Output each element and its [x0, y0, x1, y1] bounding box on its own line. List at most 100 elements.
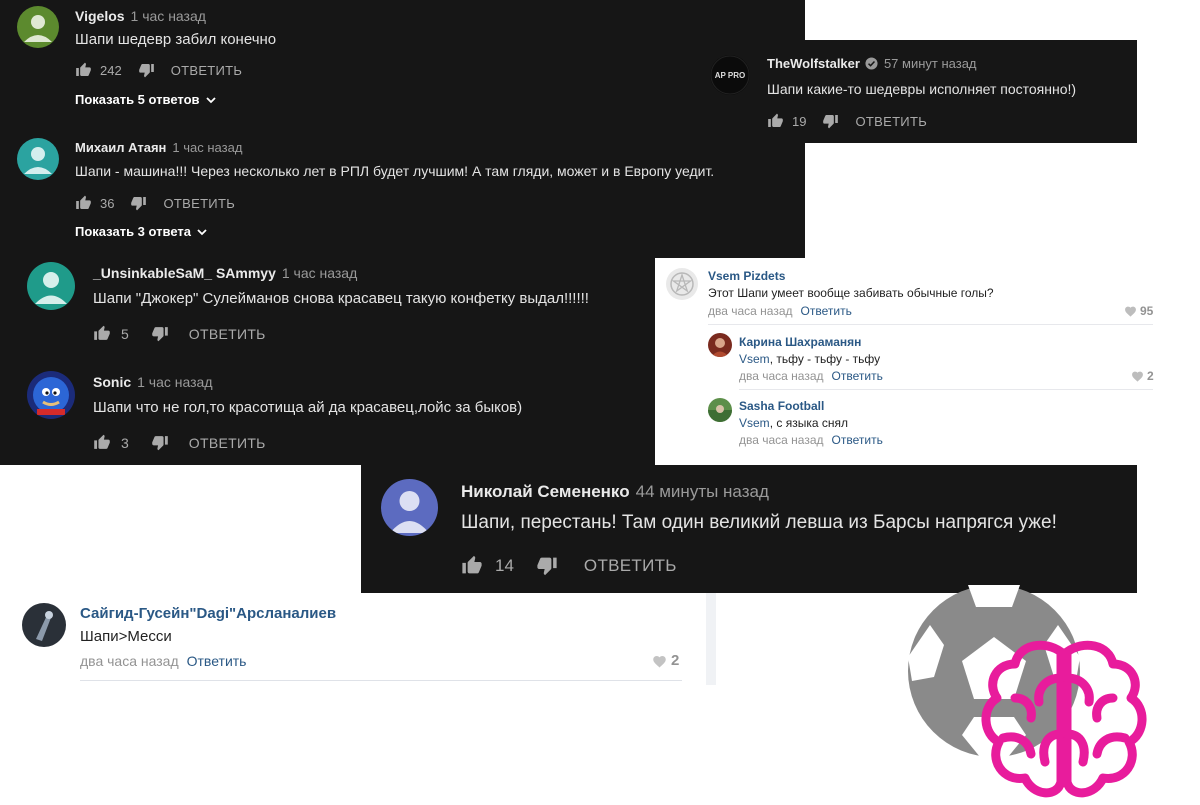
reply-link[interactable]: Ответить	[832, 369, 883, 383]
like-count: 14	[495, 555, 514, 575]
comment-author[interactable]: Карина Шахраманян	[739, 335, 861, 349]
vk-comment-bottom: Сайгид-Гусейн"Dagi"Арсланалиев Шапи>Месс…	[0, 593, 720, 688]
verified-check-icon	[865, 57, 878, 70]
comment-author[interactable]: _UnsinkableSaM_ SAmmyy 1 час назад	[93, 265, 357, 281]
comment-author[interactable]: Sasha Football	[739, 399, 824, 413]
avatar[interactable]: AP PRO	[710, 55, 750, 95]
comment-author[interactable]: Vigelos 1 час назад	[75, 8, 206, 24]
chevron-down-icon	[205, 94, 217, 106]
comment-text: Шапи какие-то шедевры исполняет постоянн…	[767, 81, 1077, 97]
thumb-down-icon[interactable]	[151, 325, 169, 342]
heart-icon	[652, 654, 667, 668]
comment-actions: 36 ОТВЕТИТЬ	[75, 195, 235, 211]
comment-time[interactable]: два часа назад	[708, 304, 793, 318]
like-count: 242	[100, 62, 122, 78]
avatar[interactable]	[22, 603, 66, 647]
vk-comment-thread: Vsem Pizdets Этот Шапи умеет вообще заби…	[655, 258, 1160, 465]
comment-author[interactable]: TheWolfstalker 57 минут назад	[767, 56, 977, 71]
comment-text: Шапи, перестань! Там один великий левша …	[461, 512, 1057, 533]
comment-meta: два часа назад Ответить	[80, 653, 246, 669]
heart-icon	[1124, 305, 1137, 317]
thumb-up-icon[interactable]	[461, 555, 483, 576]
youtube-comment-panel-wolfstalker: AP PRO TheWolfstalker 57 минут назад Шап…	[696, 40, 1137, 143]
youtube-comment-panel-nikolai: Николай Семененко 44 минуты назад Шапи, п…	[361, 465, 1137, 593]
like-count: 36	[100, 195, 115, 211]
thumb-down-icon[interactable]	[151, 434, 169, 451]
avatar[interactable]	[708, 398, 732, 422]
comment-actions: 242 ОТВЕТИТЬ	[75, 62, 242, 78]
comment-text: Шапи>Месси	[80, 628, 172, 645]
comment-author[interactable]: Сайгид-Гусейн"Dagi"Арсланалиев	[80, 605, 336, 622]
reply-link[interactable]: Ответить	[832, 433, 883, 447]
comment-time[interactable]: 1 час назад	[137, 374, 212, 390]
show-replies-button[interactable]: Показать 5 ответов	[75, 92, 217, 107]
thumb-down-icon[interactable]	[536, 555, 558, 576]
comment-text: Vsem, тьфу - тьфу - тьфу	[739, 352, 881, 366]
avatar[interactable]	[708, 333, 732, 357]
mention-link[interactable]: Vsem	[739, 352, 770, 366]
show-replies-button[interactable]: Показать 3 ответа	[75, 224, 208, 239]
comment-time[interactable]: 44 минуты назад	[636, 482, 769, 501]
divider	[739, 389, 1153, 390]
comment-text: Шапи шедевр забил конечно	[75, 31, 277, 48]
reply-link[interactable]: Ответить	[187, 653, 247, 669]
reply-button[interactable]: ОТВЕТИТЬ	[584, 556, 677, 576]
like-count: 3	[121, 434, 129, 451]
comment-author[interactable]: Sonic 1 час назад	[93, 374, 213, 390]
thumb-up-icon[interactable]	[75, 195, 92, 211]
comment-text: Шапи - машина!!! Через несколько лет в Р…	[75, 163, 715, 179]
comment-actions: 3 ОТВЕТИТЬ	[93, 434, 266, 451]
comment-meta: два часа назад Ответить	[708, 304, 852, 318]
youtube-comments-panel-main: Vigelos 1 час назад Шапи шедевр забил кон…	[0, 0, 805, 258]
reply-button[interactable]: ОТВЕТИТЬ	[171, 63, 243, 78]
like-button[interactable]: 2	[1131, 369, 1154, 383]
divider	[708, 324, 1153, 325]
reply-button[interactable]: ОТВЕТИТЬ	[189, 326, 266, 342]
comment-author[interactable]: Михаил Атаян 1 час назад	[75, 140, 242, 155]
avatar[interactable]	[17, 6, 59, 48]
comment-time[interactable]: два часа назад	[739, 369, 824, 383]
thumb-up-icon[interactable]	[767, 113, 784, 129]
comment-author[interactable]: Николай Семененко 44 минуты назад	[461, 482, 769, 502]
reply-link[interactable]: Ответить	[801, 304, 852, 318]
comment-text: Шапи что не гол,то красотища ай да краса…	[93, 399, 523, 416]
like-count: 5	[121, 325, 129, 342]
comment-actions: 14 ОТВЕТИТЬ	[461, 555, 677, 576]
mention-link[interactable]: Vsem	[739, 416, 770, 430]
comment-text: Vsem, с языка снял	[739, 416, 848, 430]
avatar[interactable]	[27, 262, 75, 310]
avatar[interactable]	[666, 268, 698, 300]
comment-time[interactable]: 1 час назад	[172, 140, 242, 155]
comment-actions: 19 ОТВЕТИТЬ	[767, 113, 927, 129]
brain-icon	[975, 638, 1153, 800]
thumb-down-icon[interactable]	[130, 195, 147, 211]
thumb-down-icon[interactable]	[822, 113, 839, 129]
comment-time[interactable]: 1 час назад	[131, 8, 206, 24]
thumb-up-icon[interactable]	[93, 325, 111, 342]
thumb-up-icon[interactable]	[93, 434, 111, 451]
svg-text:AP PRO: AP PRO	[715, 71, 746, 80]
chevron-down-icon	[196, 226, 208, 238]
comment-time[interactable]: 1 час назад	[282, 265, 357, 281]
comment-meta: два часа назад Ответить	[739, 433, 883, 447]
divider	[80, 680, 682, 681]
comment-time[interactable]: 57 минут назад	[884, 56, 977, 71]
comment-text: Этот Шапи умеет вообще забивать обычные …	[708, 286, 994, 300]
thumb-down-icon[interactable]	[138, 62, 155, 78]
like-button[interactable]: 95	[1124, 304, 1153, 318]
reply-button[interactable]: ОТВЕТИТЬ	[855, 114, 927, 129]
comment-time[interactable]: два часа назад	[80, 653, 179, 669]
avatar[interactable]	[17, 138, 59, 180]
comment-time[interactable]: два часа назад	[739, 433, 824, 447]
avatar[interactable]	[381, 479, 438, 536]
thumb-up-icon[interactable]	[75, 62, 92, 78]
reply-button[interactable]: ОТВЕТИТЬ	[163, 196, 235, 211]
like-button[interactable]: 2	[652, 652, 679, 669]
avatar[interactable]	[27, 371, 75, 419]
comment-author[interactable]: Vsem Pizdets	[708, 269, 785, 283]
heart-icon	[1131, 370, 1144, 382]
youtube-comments-panel-second: _UnsinkableSaM_ SAmmyy 1 час назад Шапи "…	[0, 258, 660, 465]
reply-button[interactable]: ОТВЕТИТЬ	[189, 435, 266, 451]
comment-meta: два часа назад Ответить	[739, 369, 883, 383]
scroll-gutter	[706, 593, 716, 685]
